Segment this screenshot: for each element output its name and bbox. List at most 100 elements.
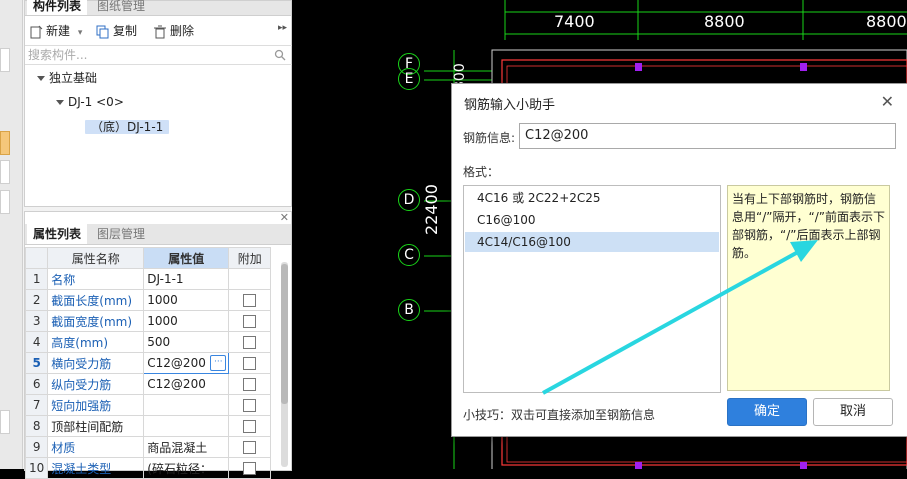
- ok-button[interactable]: 确定: [727, 398, 807, 426]
- tab-property-list[interactable]: 属性列表: [27, 224, 88, 244]
- search-icon: [274, 49, 286, 61]
- new-dropdown-icon[interactable]: ▾: [78, 28, 83, 38]
- property-value[interactable]: DJ-1-1: [143, 268, 230, 290]
- far-left-strip: [0, 0, 23, 469]
- table-row[interactable]: 6 纵向受力筋 C12@200: [24, 373, 272, 395]
- copy-button[interactable]: 复制: [96, 22, 137, 40]
- property-extra-cell: [228, 436, 272, 458]
- format-label: 格式：: [463, 165, 500, 179]
- property-value-text: 1000: [147, 314, 178, 328]
- strip-chip[interactable]: [0, 48, 10, 72]
- property-value[interactable]: [143, 415, 230, 437]
- axis-label-d: D: [398, 189, 420, 211]
- property-value-text: C12@200: [147, 356, 206, 370]
- tree-node-child[interactable]: DJ-1 <0>: [56, 92, 124, 112]
- rebar-info-input[interactable]: C12@200: [519, 123, 896, 149]
- property-name: 材质: [47, 436, 145, 458]
- property-value[interactable]: C12@200 ···: [143, 352, 230, 374]
- table-row[interactable]: 8 顶部柱间配筋: [24, 415, 272, 437]
- property-name: 截面长度(mm): [47, 289, 145, 311]
- delete-button[interactable]: 删除: [153, 22, 194, 40]
- more-options-icon[interactable]: ···: [210, 355, 227, 371]
- row-number: 6: [24, 373, 49, 395]
- row-number: 7: [24, 394, 49, 416]
- format-list[interactable]: 4C16 或 2C22+2C25 C16@100 4C14/C16@100: [463, 185, 721, 393]
- tab-layer-management[interactable]: 图层管理: [91, 224, 151, 244]
- strip-chip[interactable]: [0, 160, 10, 184]
- attach-checkbox[interactable]: [243, 315, 257, 328]
- table-row[interactable]: 1 名称 DJ-1-1: [24, 268, 272, 290]
- property-extra-cell: [228, 394, 272, 416]
- strip-chip[interactable]: [0, 410, 10, 434]
- attach-checkbox[interactable]: [243, 378, 257, 391]
- strip-chip[interactable]: [0, 190, 10, 214]
- cancel-button[interactable]: 取消: [813, 398, 893, 426]
- rebar-input-dialog: 钢筋输入小助手 ✕ 钢筋信息: C12@200 格式： 4C16 或 2C22+…: [451, 83, 907, 437]
- copy-icon: [96, 25, 109, 38]
- axis-label-e: E: [398, 68, 420, 90]
- property-name: 名称: [47, 268, 145, 290]
- property-name: 高度(mm): [47, 331, 145, 353]
- property-extra-cell: [228, 331, 272, 353]
- table-row[interactable]: 5 横向受力筋 C12@200 ···: [24, 352, 272, 374]
- expand-triangle-icon[interactable]: [37, 76, 45, 81]
- property-value[interactable]: (碎石粒径：: [143, 457, 230, 479]
- header-name: 属性名称: [47, 247, 145, 269]
- table-row[interactable]: 7 短向加强筋: [24, 394, 272, 416]
- property-value-text: C12@200: [147, 377, 206, 391]
- row-number: 2: [24, 289, 49, 311]
- trash-icon: [154, 25, 166, 38]
- attach-checkbox[interactable]: [243, 420, 257, 433]
- table-row[interactable]: 2 截面长度(mm) 1000: [24, 289, 272, 311]
- attach-checkbox[interactable]: [243, 357, 257, 370]
- attach-checkbox[interactable]: [243, 399, 257, 412]
- copy-button-label: 复制: [113, 24, 138, 38]
- table-row[interactable]: 9 材质 商品混凝土: [24, 436, 272, 458]
- row-number: 3: [24, 310, 49, 332]
- left-panel: 构件列表 图纸管理 新建 ▾ 复制 删除 ▸▸ 搜索构件... 独立基础 DJ-…: [0, 0, 292, 479]
- attach-checkbox[interactable]: [243, 294, 257, 307]
- strip-chip-active[interactable]: [0, 131, 10, 155]
- property-value[interactable]: C12@200: [143, 373, 230, 395]
- property-value[interactable]: [143, 394, 230, 416]
- property-value[interactable]: 1000: [143, 289, 230, 311]
- property-value[interactable]: 商品混凝土: [143, 436, 230, 458]
- tab-component-list[interactable]: 构件列表: [27, 0, 88, 15]
- property-scrollbar[interactable]: [281, 262, 288, 467]
- header-num: [24, 247, 49, 269]
- format-note: 当有上下部钢筋时，钢筋信息用“/”隔开，“/”前面表示下部钢筋，“/”后面表示上…: [727, 185, 890, 391]
- component-search-input[interactable]: 搜索构件...: [25, 45, 292, 65]
- toolbar-more-icon[interactable]: ▸▸: [278, 23, 287, 33]
- axis-label-b: B: [398, 299, 420, 321]
- new-button[interactable]: 新建 ▾: [29, 22, 82, 40]
- table-header: 属性名称 属性值 附加: [24, 247, 272, 269]
- close-panel-icon[interactable]: ✕: [280, 211, 289, 224]
- property-value[interactable]: 1000: [143, 310, 230, 332]
- table-row[interactable]: 4 高度(mm) 500: [24, 331, 272, 353]
- property-extra-cell: [228, 352, 272, 374]
- row-number: 9: [24, 436, 49, 458]
- component-toolbar: 新建 ▾ 复制 删除 ▸▸: [25, 17, 291, 45]
- table-row[interactable]: 3 截面宽度(mm) 1000: [24, 310, 272, 332]
- close-icon[interactable]: ✕: [881, 92, 894, 111]
- tree-node-root[interactable]: 独立基础: [37, 68, 97, 88]
- table-row[interactable]: 10 混凝土类型 (碎石粒径：: [24, 457, 272, 479]
- attach-checkbox[interactable]: [243, 336, 257, 349]
- format-item-selected[interactable]: 4C14/C16@100: [465, 232, 719, 252]
- property-value-text: DJ-1-1: [147, 272, 184, 286]
- tab-drawing-management[interactable]: 图纸管理: [91, 0, 151, 15]
- format-item[interactable]: C16@100: [465, 210, 719, 230]
- new-file-icon: [30, 25, 43, 38]
- scrollbar-thumb[interactable]: [281, 264, 288, 404]
- property-name: 短向加强筋: [47, 394, 145, 416]
- expand-triangle-icon[interactable]: [56, 100, 64, 105]
- tree-node-leaf-label: （底）DJ-1-1: [85, 120, 170, 134]
- property-value[interactable]: 500: [143, 331, 230, 353]
- property-extra-cell: [228, 268, 272, 290]
- property-value-text: 1000: [147, 293, 178, 307]
- dimension-7400: 7400: [554, 12, 595, 31]
- tree-node-leaf[interactable]: （底）DJ-1-1: [85, 117, 170, 137]
- format-item[interactable]: 4C16 或 2C22+2C25: [465, 188, 719, 208]
- attach-checkbox[interactable]: [243, 441, 257, 454]
- column-node: [635, 462, 642, 469]
